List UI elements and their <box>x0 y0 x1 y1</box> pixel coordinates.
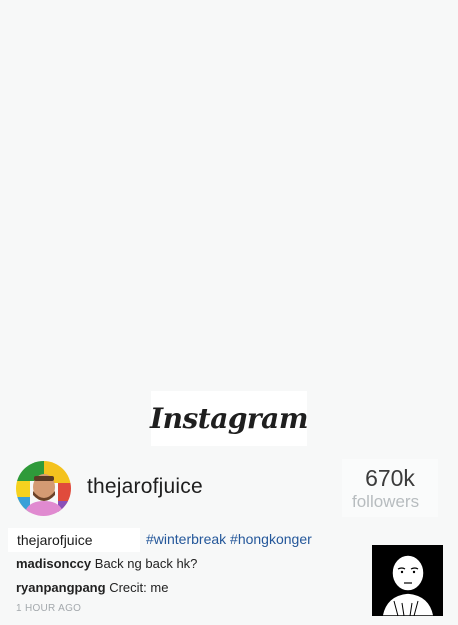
post-thumbnail[interactable] <box>372 545 443 616</box>
followers-count: 670k <box>365 465 415 491</box>
comment-username[interactable]: ryanpangpang <box>16 580 106 595</box>
comment-text: Back ng back hk? <box>94 556 198 571</box>
comment: ryanpangpang Crecit: me <box>16 580 168 595</box>
avatar-image <box>16 461 71 516</box>
post-hashtags[interactable]: #winterbreak #hongkonger <box>146 531 312 547</box>
profile-username[interactable]: thejarofjuice <box>87 475 203 499</box>
comment: madisonccy Back ng back hk? <box>16 556 197 571</box>
avatar[interactable] <box>16 461 71 516</box>
thumbnail-image <box>372 545 443 616</box>
comment-text: Crecit: me <box>109 580 169 595</box>
instagram-logo-box: Instagram <box>150 391 308 446</box>
followers-stat[interactable]: 670k followers <box>342 459 438 517</box>
instagram-logo: Instagram <box>150 402 308 435</box>
comment-username[interactable]: madisonccy <box>16 556 91 571</box>
caption-username[interactable]: thejarofjuice <box>17 532 93 548</box>
post-timestamp: 1 HOUR AGO <box>16 603 82 614</box>
followers-label: followers <box>352 492 420 511</box>
